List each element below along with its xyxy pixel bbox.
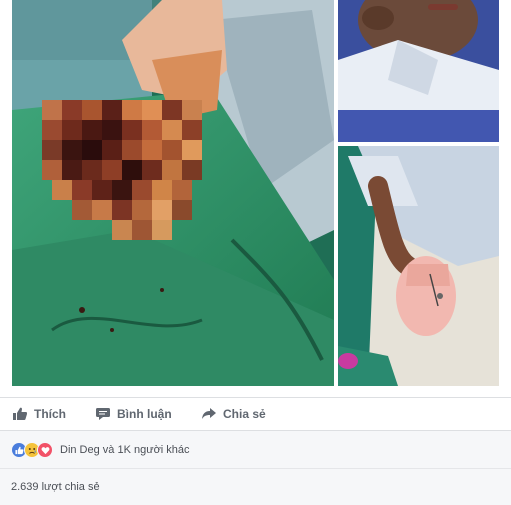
love-icon xyxy=(37,442,53,458)
like-button[interactable]: Thích xyxy=(12,398,66,430)
shares-row: 2.639 lượt chia sẻ xyxy=(0,468,511,505)
photo-grid xyxy=(12,0,499,386)
child-face-photo[interactable] xyxy=(338,0,499,142)
share-arrow-icon xyxy=(201,406,217,422)
bandaged-hand-photo[interactable] xyxy=(338,146,499,386)
share-label: Chia sẻ xyxy=(223,407,266,421)
reaction-summary-text[interactable]: Din Deg và 1K người khác xyxy=(60,444,190,456)
reaction-icons xyxy=(11,442,53,458)
reactions-summary[interactable]: Din Deg và 1K người khác xyxy=(0,430,511,469)
share-count[interactable]: 2.639 lượt chia sẻ xyxy=(11,481,100,493)
comment-button[interactable]: Bình luận xyxy=(95,398,172,430)
like-label: Thích xyxy=(34,407,66,421)
thumbs-up-icon xyxy=(12,406,28,422)
post-action-bar: Thích Bình luận Chia sẻ xyxy=(0,397,511,430)
share-button[interactable]: Chia sẻ xyxy=(201,398,266,430)
injured-hand-photo[interactable] xyxy=(12,0,334,386)
comment-label: Bình luận xyxy=(117,407,172,421)
comment-icon xyxy=(95,406,111,422)
facebook-post-card: Thích Bình luận Chia sẻ Din Deg và 1K ng… xyxy=(0,0,511,505)
